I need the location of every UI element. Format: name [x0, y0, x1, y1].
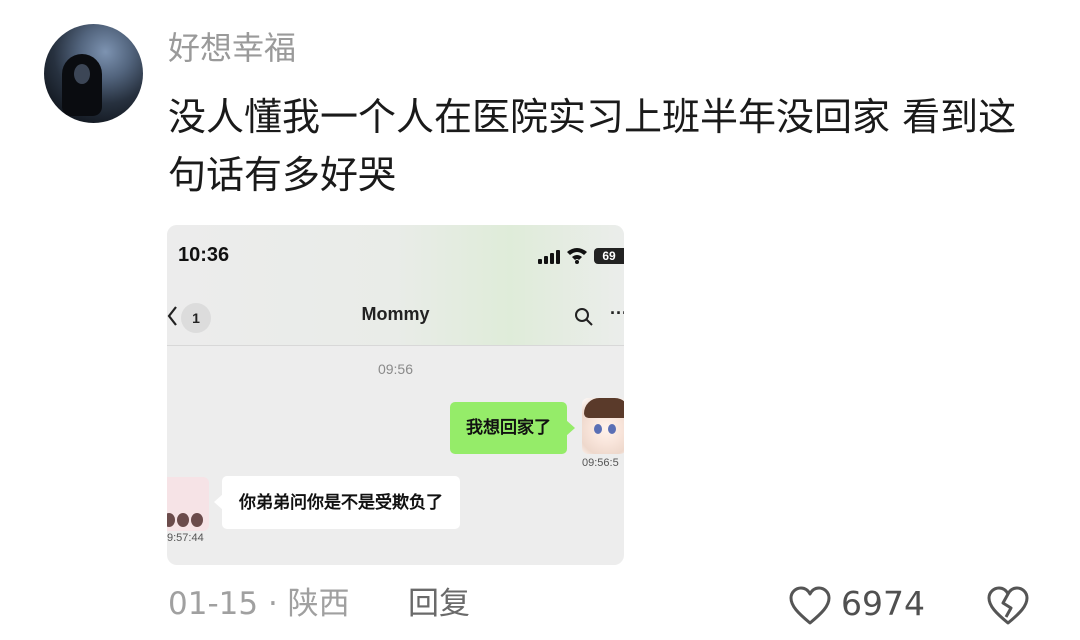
avatar-face [74, 64, 90, 84]
reply-button[interactable]: 回复 [408, 581, 470, 627]
chat-header-background [167, 225, 624, 345]
signal-icon [538, 250, 562, 264]
battery-icon: 69 [594, 248, 624, 264]
received-message-time: 9:57:44 [167, 532, 204, 544]
meta-separator: · [267, 586, 278, 622]
attached-chat-screenshot[interactable]: 10:36 69 1 Mommy ··· 09:56 我想回家了 09:56:5… [167, 225, 624, 565]
comment-meta: 01-15 · 陕西 [168, 581, 350, 627]
comment-text: 没人懂我一个人在医院实习上班半年没回家 看到这句话有多好哭 [168, 95, 1017, 197]
like-count: 6974 [841, 584, 925, 623]
comment-location: 陕西 [287, 586, 350, 622]
search-icon [575, 308, 593, 326]
header-divider [167, 345, 624, 346]
user-avatar[interactable] [44, 24, 143, 123]
comment-date: 01-15 [168, 586, 259, 622]
username[interactable]: 好想幸福 [168, 26, 296, 70]
more-icon: ··· [610, 303, 624, 323]
heart-outline-icon[interactable] [788, 586, 832, 626]
receiver-avatar [167, 477, 209, 531]
sender-avatar [582, 398, 624, 454]
wifi-icon [567, 248, 587, 264]
received-message-bubble: 你弟弟问你是不是受欺负了 [214, 476, 460, 529]
chat-title: Mommy [361, 304, 430, 324]
sent-message-bubble: 我想回家了 [450, 402, 575, 454]
broken-heart-icon[interactable] [986, 586, 1030, 626]
sent-message-time: 09:56:5 [582, 457, 619, 469]
chat-timestamp: 09:56 [377, 361, 414, 377]
status-bar-time: 10:36 [178, 244, 230, 266]
